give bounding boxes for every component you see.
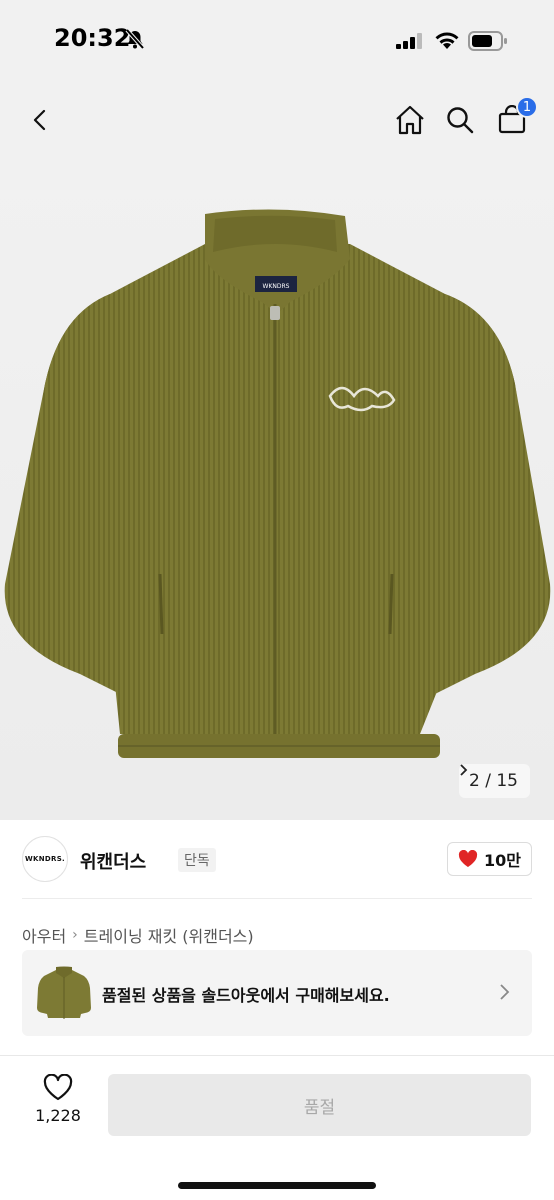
product-thumbnail xyxy=(37,966,91,1019)
jacket-image: WKNDRS xyxy=(4,209,551,758)
brand-logo[interactable]: WKNDRS. xyxy=(22,836,68,882)
heart-filled-icon xyxy=(458,850,478,867)
chevron-right-icon xyxy=(500,984,510,1000)
divider xyxy=(22,898,532,899)
wifi-icon xyxy=(434,30,460,54)
soldout-button[interactable]: 품절 xyxy=(108,1074,531,1136)
search-icon xyxy=(447,107,474,134)
jacket-brand-label: WKNDRS xyxy=(263,283,290,290)
brand-row[interactable]: WKNDRS. 위캔더스 단독 10만 xyxy=(22,834,532,886)
wishlist-count: 1,228 xyxy=(35,1106,81,1125)
search-button[interactable] xyxy=(438,98,482,142)
exclusive-tag: 단독 xyxy=(178,848,216,872)
back-button[interactable] xyxy=(18,98,62,142)
breadcrumb: 아우터 › 트레이닝 재킷 (위캔더스) xyxy=(22,923,254,947)
chevron-right-icon xyxy=(460,764,468,776)
brand-name[interactable]: 위캔더스 xyxy=(80,848,146,874)
battery-icon xyxy=(468,30,508,56)
bell-muted-icon xyxy=(124,28,146,54)
chevron-left-icon xyxy=(33,109,46,131)
page-indicator-text: 2 / 15 xyxy=(469,771,518,791)
home-button[interactable] xyxy=(388,98,432,142)
status-bar: 20:32 xyxy=(0,0,554,84)
chevron-right-icon: › xyxy=(72,927,78,943)
home-icon xyxy=(396,105,424,135)
navigation-bar: 1 xyxy=(0,84,554,164)
cart-button[interactable]: 1 xyxy=(490,96,538,142)
cellular-signal-icon xyxy=(396,33,424,53)
product-image-carousel[interactable]: WKNDRS 2 / 15 xyxy=(0,164,554,820)
image-page-indicator: 2 / 15 xyxy=(459,764,530,798)
soldout-marketplace-banner[interactable]: 품절된 상품을 솔드아웃에서 구매해보세요. xyxy=(22,950,532,1036)
status-time: 20:32 xyxy=(54,24,131,52)
breadcrumb-subcategory[interactable]: 트레이닝 재킷 (위캔더스) xyxy=(84,923,254,947)
heart-outline-icon xyxy=(43,1074,73,1101)
breadcrumb-category[interactable]: 아우터 xyxy=(22,923,66,947)
soldout-banner-text: 품절된 상품을 솔드아웃에서 구매해보세요. xyxy=(102,986,390,1005)
cart-count-badge: 1 xyxy=(516,96,538,118)
bottom-action-bar: 1,228 품절 xyxy=(0,1055,554,1200)
home-indicator[interactable] xyxy=(178,1182,376,1189)
brand-like-count: 10만 xyxy=(484,851,521,870)
brand-like-button[interactable]: 10만 xyxy=(447,842,532,876)
wishlist-button[interactable]: 1,228 xyxy=(28,1074,88,1144)
